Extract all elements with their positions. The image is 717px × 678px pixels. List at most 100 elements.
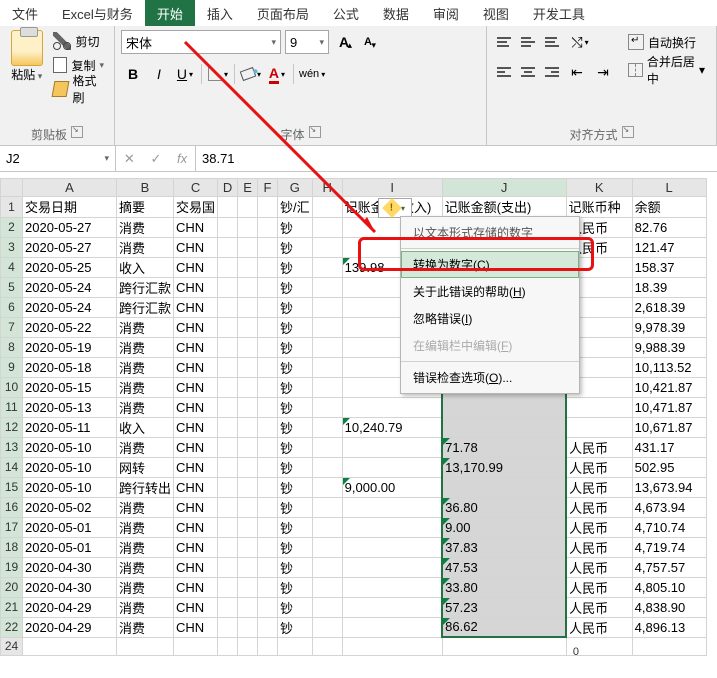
- cell[interactable]: [312, 537, 342, 557]
- paste-button[interactable]: 粘贴 ▾: [6, 30, 47, 100]
- cell[interactable]: [312, 257, 342, 277]
- cell[interactable]: 2020-05-27: [23, 217, 117, 237]
- cell[interactable]: 消费: [117, 557, 174, 577]
- cell[interactable]: [218, 617, 238, 637]
- col-header-I[interactable]: I: [342, 179, 442, 197]
- cell[interactable]: 47.53: [442, 557, 566, 577]
- cell[interactable]: [238, 397, 258, 417]
- col-header-J[interactable]: J: [442, 179, 566, 197]
- cell[interactable]: 消费: [117, 237, 174, 257]
- cell[interactable]: 消费: [117, 357, 174, 377]
- col-header-B[interactable]: B: [117, 179, 174, 197]
- cell[interactable]: 2020-05-27: [23, 237, 117, 257]
- phonetic-button[interactable]: wén▾: [298, 62, 326, 86]
- cell[interactable]: 2020-05-18: [23, 357, 117, 377]
- cell[interactable]: 钞: [278, 537, 313, 557]
- cell[interactable]: [238, 417, 258, 437]
- cell[interactable]: [342, 557, 442, 577]
- cell[interactable]: [218, 557, 238, 577]
- cell[interactable]: [238, 637, 258, 655]
- dialog-launcher-icon[interactable]: [622, 126, 634, 138]
- cell[interactable]: [258, 537, 278, 557]
- cell[interactable]: 钞: [278, 297, 313, 317]
- col-header-H[interactable]: H: [312, 179, 342, 197]
- cell[interactable]: 消费: [117, 597, 174, 617]
- cell[interactable]: CHN: [174, 577, 218, 597]
- cell[interactable]: [218, 437, 238, 457]
- cell[interactable]: CHN: [174, 457, 218, 477]
- cell[interactable]: [258, 357, 278, 377]
- cell[interactable]: [238, 537, 258, 557]
- cell[interactable]: 4,805.10: [632, 577, 706, 597]
- cell[interactable]: CHN: [174, 497, 218, 517]
- cell[interactable]: CHN: [174, 477, 218, 497]
- cell[interactable]: 钞: [278, 437, 313, 457]
- cell[interactable]: [238, 337, 258, 357]
- row-header-15[interactable]: 15: [1, 477, 23, 497]
- tab-页面布局[interactable]: 页面布局: [245, 0, 321, 26]
- cell[interactable]: 13,170.99: [442, 457, 566, 477]
- cell[interactable]: [218, 337, 238, 357]
- cell[interactable]: CHN: [174, 557, 218, 577]
- row-header-21[interactable]: 21: [1, 597, 23, 617]
- cell[interactable]: 人民币: [566, 457, 632, 477]
- cell[interactable]: 跨行汇款: [117, 277, 174, 297]
- menu-item[interactable]: 转换为数字(C): [401, 251, 579, 278]
- cell[interactable]: 收入: [117, 257, 174, 277]
- cell[interactable]: [312, 397, 342, 417]
- cell[interactable]: [238, 297, 258, 317]
- cell[interactable]: CHN: [174, 597, 218, 617]
- cell[interactable]: [238, 257, 258, 277]
- cell[interactable]: 10,240.79: [342, 417, 442, 437]
- cell[interactable]: [258, 217, 278, 237]
- cell[interactable]: [258, 557, 278, 577]
- row-header-13[interactable]: 13: [1, 437, 23, 457]
- cancel-button[interactable]: ✕: [124, 151, 135, 167]
- cell[interactable]: 网转: [117, 457, 174, 477]
- cell[interactable]: [342, 637, 442, 655]
- dialog-launcher-icon[interactable]: [309, 126, 321, 138]
- cell[interactable]: 消费: [117, 217, 174, 237]
- cell[interactable]: 13,673.94: [632, 477, 706, 497]
- cell[interactable]: 2020-05-02: [23, 497, 117, 517]
- italic-button[interactable]: I: [147, 62, 171, 86]
- cell[interactable]: [218, 317, 238, 337]
- cell[interactable]: 人民币: [566, 497, 632, 517]
- cell[interactable]: [218, 217, 238, 237]
- cell[interactable]: [312, 417, 342, 437]
- col-header-K[interactable]: K: [566, 179, 632, 197]
- error-smart-tag[interactable]: ! ▾: [378, 198, 412, 218]
- font-size-combo[interactable]: 9▾: [285, 30, 329, 54]
- row-header-24[interactable]: 24: [1, 637, 23, 655]
- row-header-22[interactable]: 22: [1, 617, 23, 637]
- cell[interactable]: CHN: [174, 617, 218, 637]
- row-header-18[interactable]: 18: [1, 537, 23, 557]
- row-header-19[interactable]: 19: [1, 557, 23, 577]
- tab-公式[interactable]: 公式: [321, 0, 371, 26]
- cell[interactable]: 4,710.74: [632, 517, 706, 537]
- row-header-10[interactable]: 10: [1, 377, 23, 397]
- tab-审阅[interactable]: 审阅: [421, 0, 471, 26]
- cell[interactable]: [312, 317, 342, 337]
- cell[interactable]: 9,978.39: [632, 317, 706, 337]
- cell[interactable]: 钞: [278, 617, 313, 637]
- cell[interactable]: [566, 397, 632, 417]
- tab-Excel与财务[interactable]: Excel与财务: [50, 0, 145, 26]
- cell[interactable]: 2020-05-19: [23, 337, 117, 357]
- row-header-7[interactable]: 7: [1, 317, 23, 337]
- cell[interactable]: [342, 457, 442, 477]
- cell[interactable]: [258, 237, 278, 257]
- cell[interactable]: [312, 357, 342, 377]
- cell[interactable]: [312, 197, 342, 218]
- tab-文件[interactable]: 文件: [0, 0, 50, 26]
- col-header-D[interactable]: D: [218, 179, 238, 197]
- cell[interactable]: [632, 637, 706, 655]
- cell[interactable]: [258, 297, 278, 317]
- cell[interactable]: 钞: [278, 357, 313, 377]
- cell[interactable]: 人民币: [566, 517, 632, 537]
- cell[interactable]: [238, 617, 258, 637]
- row-header-14[interactable]: 14: [1, 457, 23, 477]
- cell[interactable]: [218, 197, 238, 218]
- cell[interactable]: [218, 257, 238, 277]
- row-header-4[interactable]: 4: [1, 257, 23, 277]
